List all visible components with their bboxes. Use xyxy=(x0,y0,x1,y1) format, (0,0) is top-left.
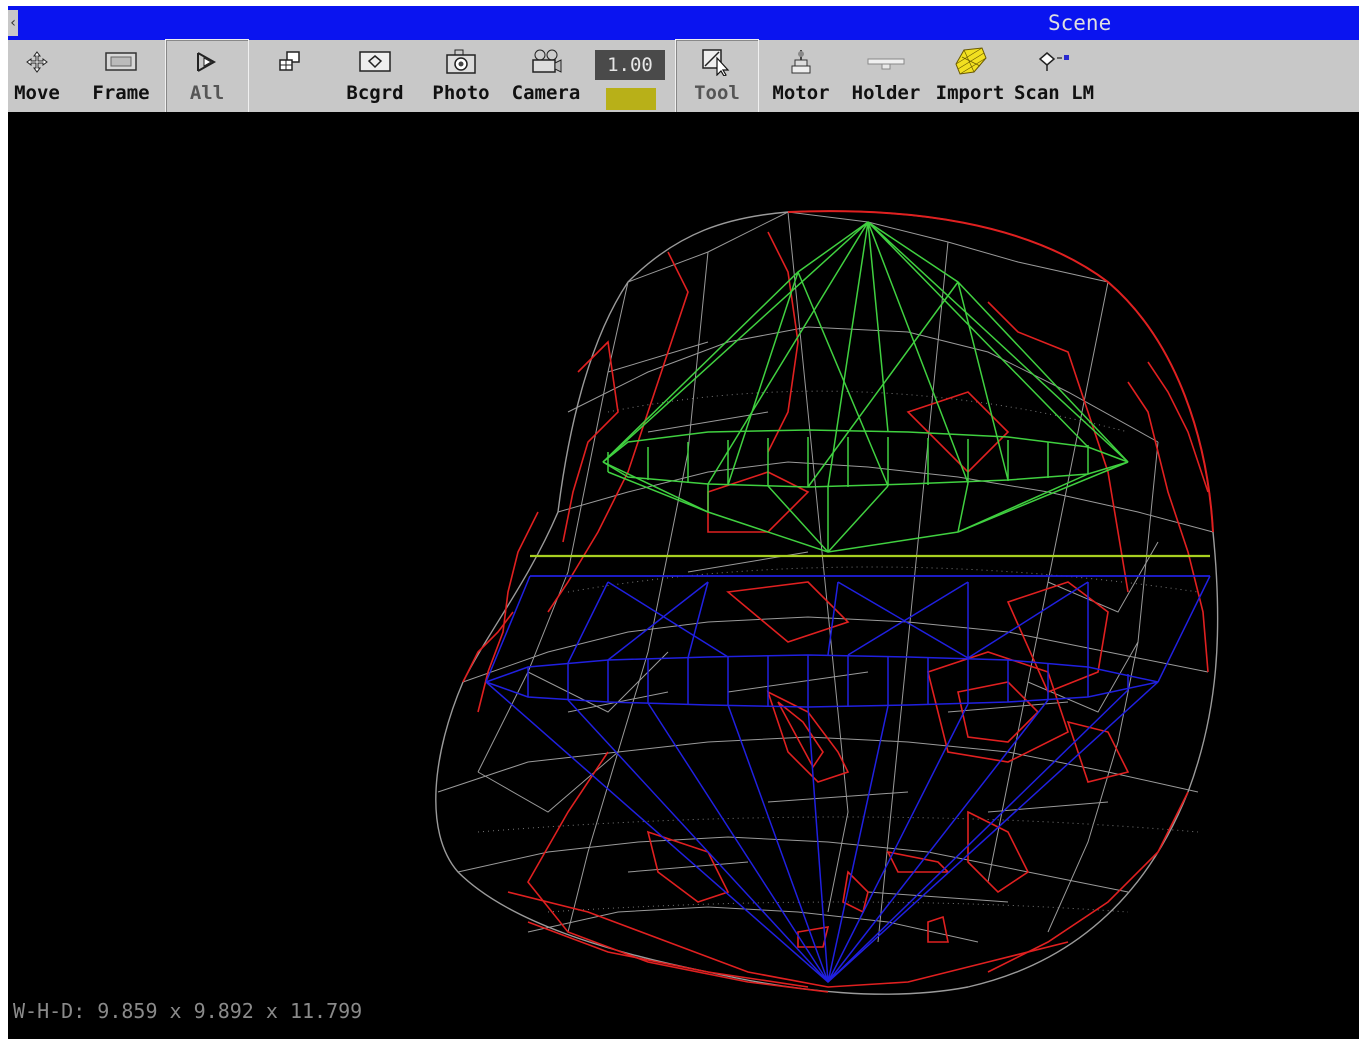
frame-icon xyxy=(84,48,158,76)
scan-lm-label: Scan LM xyxy=(1013,82,1095,104)
app-window: ‹ Scene Move Frame All Bcgrd Photo Camer… xyxy=(8,6,1359,1039)
motor-icon xyxy=(766,48,836,76)
camera-label: Camera xyxy=(511,82,581,104)
move-label: Move xyxy=(14,82,60,104)
photo-icon xyxy=(424,48,498,76)
move-button[interactable]: Move xyxy=(8,40,66,112)
crown-wireframe xyxy=(602,221,1129,553)
move-icon xyxy=(8,48,66,76)
holder-button[interactable]: Holder xyxy=(846,40,926,112)
photo-label: Photo xyxy=(432,82,490,104)
camera-icon xyxy=(504,48,588,76)
zoom-value-field[interactable]: 1.00 xyxy=(595,50,665,80)
zoom-color-swatch[interactable] xyxy=(606,88,656,110)
import-label: Import xyxy=(935,82,1005,104)
holder-label: Holder xyxy=(851,82,921,104)
import-button[interactable]: Import xyxy=(934,40,1006,112)
3d-viewport[interactable]: W-H-D: 9.859 x 9.892 x 11.799 xyxy=(8,112,1359,1039)
motor-button[interactable]: Motor xyxy=(766,40,836,112)
tool-label: Tool xyxy=(694,82,740,104)
frame-button[interactable]: Frame xyxy=(84,40,158,112)
view-layout-button[interactable] xyxy=(270,40,310,112)
gem-wireframe-model xyxy=(435,210,1219,995)
scan-lm-button[interactable]: Scan LM xyxy=(1012,40,1096,112)
frame-label: Frame xyxy=(92,82,150,104)
import-gem-icon xyxy=(934,47,1006,76)
windows-icon xyxy=(270,48,310,76)
motor-label: Motor xyxy=(772,82,830,104)
holder-icon xyxy=(846,48,926,76)
background-button[interactable]: Bcgrd xyxy=(338,40,412,112)
title-bar: ‹ Scene xyxy=(8,6,1359,40)
all-icon xyxy=(166,48,248,76)
dimensions-readout: W-H-D: 9.859 x 9.892 x 11.799 xyxy=(13,999,363,1023)
system-menu-button[interactable]: ‹ xyxy=(8,10,18,36)
rough-stone-mesh xyxy=(435,210,1219,995)
tool-cursor-icon xyxy=(676,48,758,76)
all-button[interactable]: All xyxy=(165,39,249,113)
toolbar: Move Frame All Bcgrd Photo Camera 1.00 T… xyxy=(8,39,1359,113)
all-label: All xyxy=(189,82,225,104)
background-label: Bcgrd xyxy=(346,82,404,104)
window-title: Scene xyxy=(1048,11,1112,35)
photo-button[interactable]: Photo xyxy=(424,40,498,112)
camera-button[interactable]: Camera xyxy=(504,40,588,112)
scan-icon xyxy=(1012,48,1096,76)
background-icon xyxy=(338,48,412,76)
tool-button[interactable]: Tool xyxy=(675,39,759,113)
